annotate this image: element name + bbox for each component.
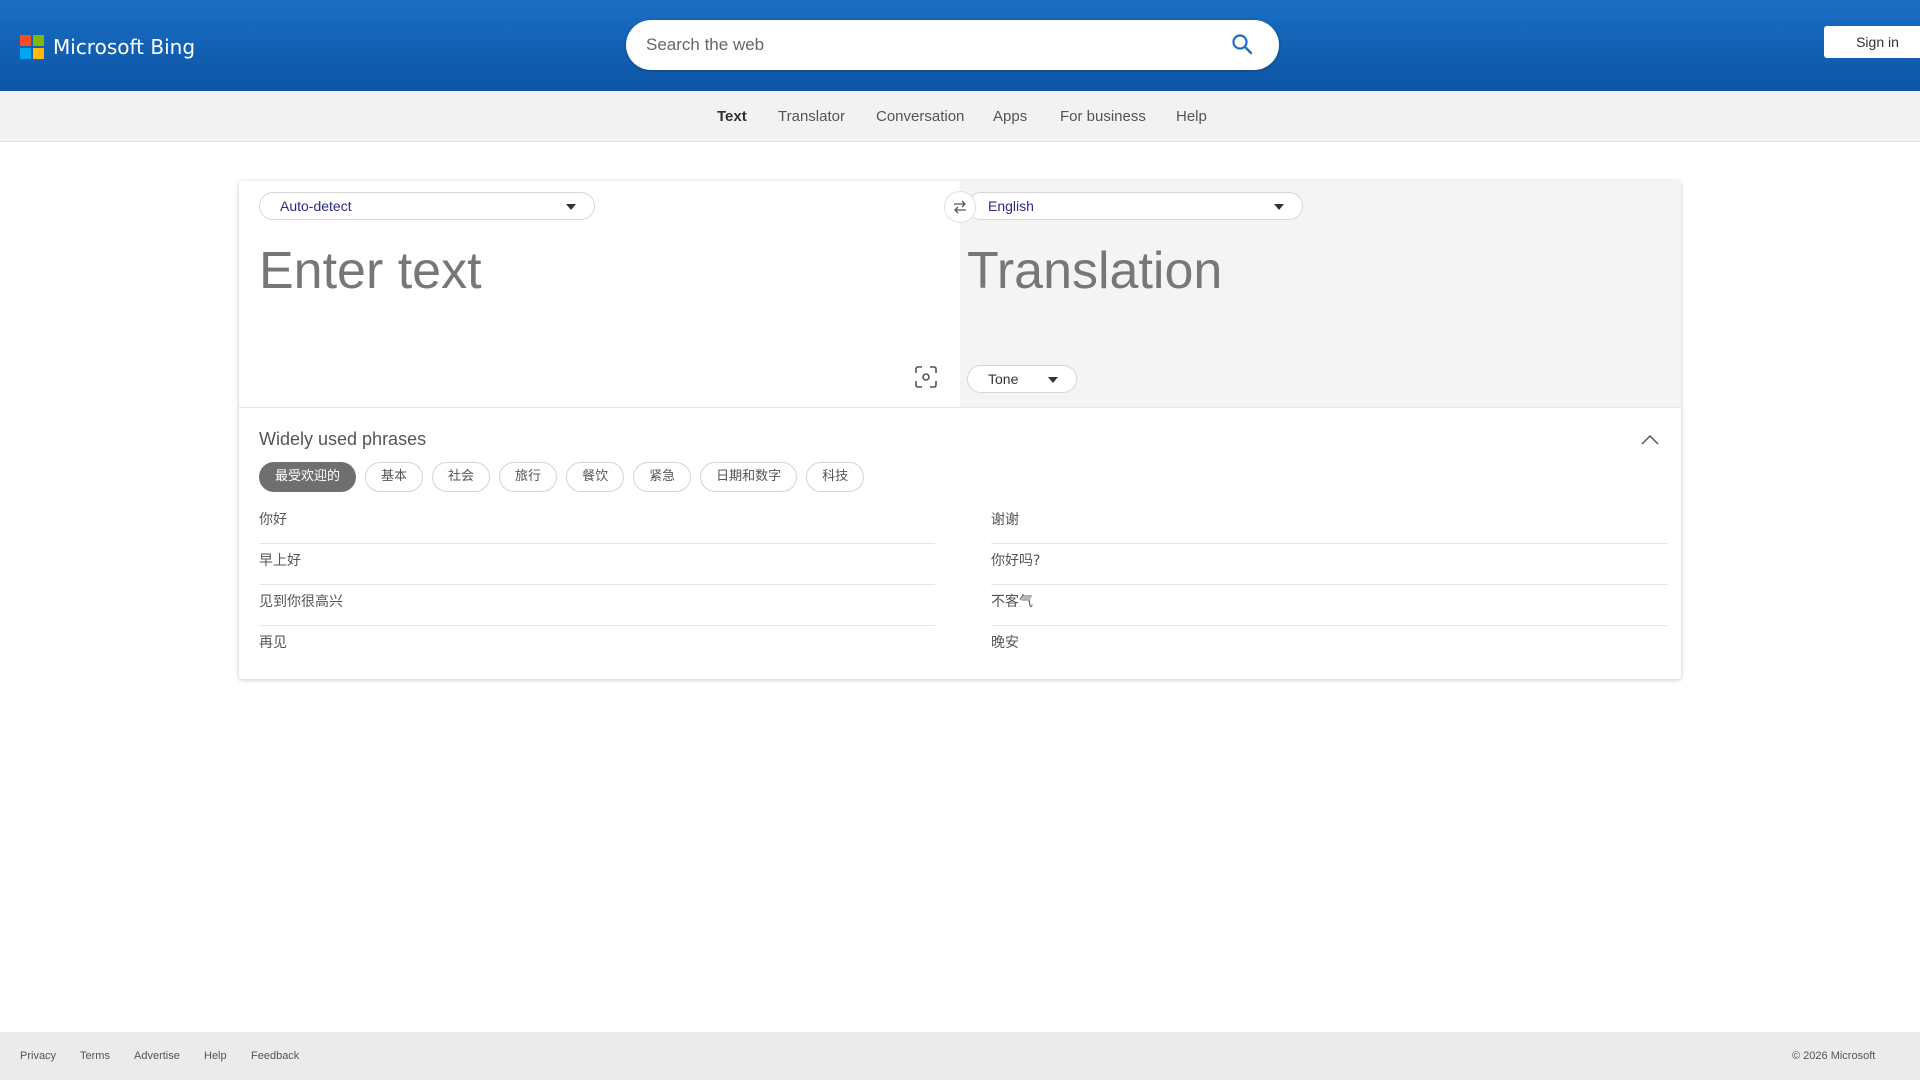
footer-link-feedback[interactable]: Feedback [251, 1050, 299, 1062]
swap-icon [954, 200, 966, 214]
chevron-down-icon [566, 204, 576, 210]
search-input[interactable] [646, 20, 1206, 70]
tab-translator[interactable]: Translator [778, 108, 845, 125]
category-chip[interactable]: 基本 [365, 462, 424, 492]
brand-name: Microsoft Bing [53, 35, 196, 59]
footer: Privacy Terms Advertise Help Feedback © … [0, 1032, 1920, 1080]
phrase-item[interactable]: 再见 [259, 626, 935, 667]
category-chip[interactable]: 最受欢迎的 [259, 462, 357, 492]
target-language-select[interactable]: English [967, 192, 1303, 220]
phrases-title: Widely used phrases [259, 429, 427, 449]
tone-label: Tone [988, 371, 1019, 387]
translation-output: Translation [967, 242, 1223, 300]
category-chip[interactable]: 紧急 [633, 462, 692, 492]
chevron-down-icon [1048, 377, 1058, 383]
nav-bar: Text Translator Conversation Apps For bu… [0, 91, 1920, 142]
phrase-item[interactable]: 早上好 [259, 544, 935, 585]
camera-translate-icon[interactable] [914, 365, 938, 389]
tab-help[interactable]: Help [1176, 108, 1207, 125]
header: Microsoft Bing Sign in [0, 0, 1920, 91]
category-chip[interactable]: 旅行 [499, 462, 558, 492]
divider [239, 407, 1681, 408]
category-chip[interactable]: 日期和数字 [700, 462, 798, 492]
copyright: © 2026 Microsoft [1792, 1050, 1876, 1062]
search-icon[interactable] [1230, 32, 1254, 56]
phrase-item[interactable]: 晚安 [991, 626, 1667, 667]
chevron-up-icon[interactable] [1640, 430, 1660, 450]
phrase-list-right: 谢谢 你好吗? 不客气 晚安 [991, 503, 1667, 667]
phrase-item[interactable]: 不客气 [991, 585, 1667, 626]
tab-conversation[interactable]: Conversation [876, 108, 964, 125]
chevron-down-icon [1274, 204, 1284, 210]
tone-select[interactable]: Tone [967, 365, 1077, 393]
target-pane: English Translation Tone [960, 181, 1681, 408]
phrase-item[interactable]: 谢谢 [991, 503, 1667, 544]
source-language-label: Auto-detect [280, 198, 352, 214]
category-chip[interactable]: 餐饮 [566, 462, 625, 492]
phrase-item[interactable]: 你好 [259, 503, 935, 544]
tab-apps[interactable]: Apps [993, 108, 1027, 125]
footer-link-advertise[interactable]: Advertise [134, 1050, 180, 1062]
phrase-categories: 最受欢迎的 基本 社会 旅行 餐饮 紧急 日期和数字 科技 [259, 462, 865, 492]
source-language-select[interactable]: Auto-detect [259, 192, 595, 220]
footer-link-terms[interactable]: Terms [80, 1050, 110, 1062]
bing-logo[interactable]: Microsoft Bing [20, 35, 195, 59]
phrase-item[interactable]: 见到你很高兴 [259, 585, 935, 626]
phrase-item[interactable]: 你好吗? [991, 544, 1667, 585]
tab-text[interactable]: Text [717, 108, 747, 125]
tab-for-business[interactable]: For business [1060, 108, 1146, 125]
phrase-list-left: 你好 早上好 见到你很高兴 再见 [259, 503, 935, 667]
search-box[interactable] [626, 20, 1279, 70]
swap-languages-button[interactable] [944, 191, 976, 223]
translator-card: Auto-detect Enter text English Translati… [239, 181, 1681, 679]
footer-link-help[interactable]: Help [204, 1050, 227, 1062]
microsoft-logo-icon [20, 35, 44, 59]
source-text-input[interactable]: Enter text [259, 241, 482, 301]
sign-in-button[interactable]: Sign in [1824, 26, 1920, 58]
footer-link-privacy[interactable]: Privacy [20, 1050, 56, 1062]
category-chip[interactable]: 科技 [806, 462, 865, 492]
source-pane: Auto-detect Enter text [239, 181, 959, 408]
target-language-label: English [988, 198, 1034, 214]
category-chip[interactable]: 社会 [432, 462, 491, 492]
